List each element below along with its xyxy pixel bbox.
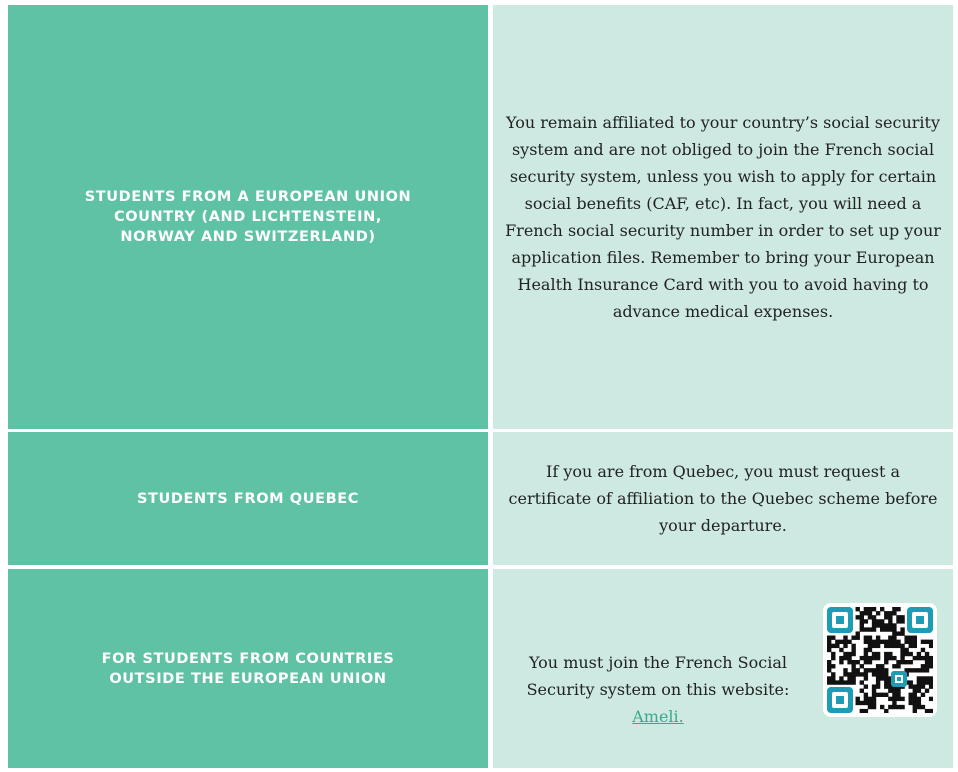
- qr-finder-bottom-left: [827, 687, 853, 713]
- row-description: You remain affiliated to your country’s …: [505, 113, 941, 321]
- row-eu-text-cell: You remain affiliated to your country’s …: [493, 5, 953, 429]
- row-description: If you are from Quebec, you must request…: [508, 462, 938, 535]
- info-table: STUDENTS FROM A EUROPEAN UNION COUNTRY (…: [0, 0, 958, 772]
- row-non-eu-label-cell: FOR STUDENTS FROM COUNTRIES OUTSIDE THE …: [8, 569, 488, 768]
- qr-finder-top-left: [827, 607, 853, 633]
- row-label: STUDENTS FROM A EUROPEAN UNION COUNTRY (…: [84, 189, 412, 245]
- row-description: You must join the French Social Security…: [503, 649, 813, 730]
- row-label: STUDENTS FROM QUEBEC: [136, 490, 360, 507]
- qr-code-icon: [823, 603, 937, 717]
- row-quebec-text-cell: If you are from Quebec, you must request…: [493, 432, 953, 565]
- row-eu-label-cell: STUDENTS FROM A EUROPEAN UNION COUNTRY (…: [8, 5, 488, 429]
- row-quebec-label-cell: STUDENTS FROM QUEBEC: [8, 432, 488, 565]
- row-non-eu-text-cell: You must join the French Social Security…: [493, 569, 953, 768]
- ameli-link[interactable]: Ameli.: [632, 707, 684, 726]
- qr-alignment: [891, 671, 907, 687]
- row-description-text: You must join the French Social Security…: [526, 653, 790, 699]
- qr-finder-top-right: [907, 607, 933, 633]
- row-label: FOR STUDENTS FROM COUNTRIES OUTSIDE THE …: [101, 650, 395, 687]
